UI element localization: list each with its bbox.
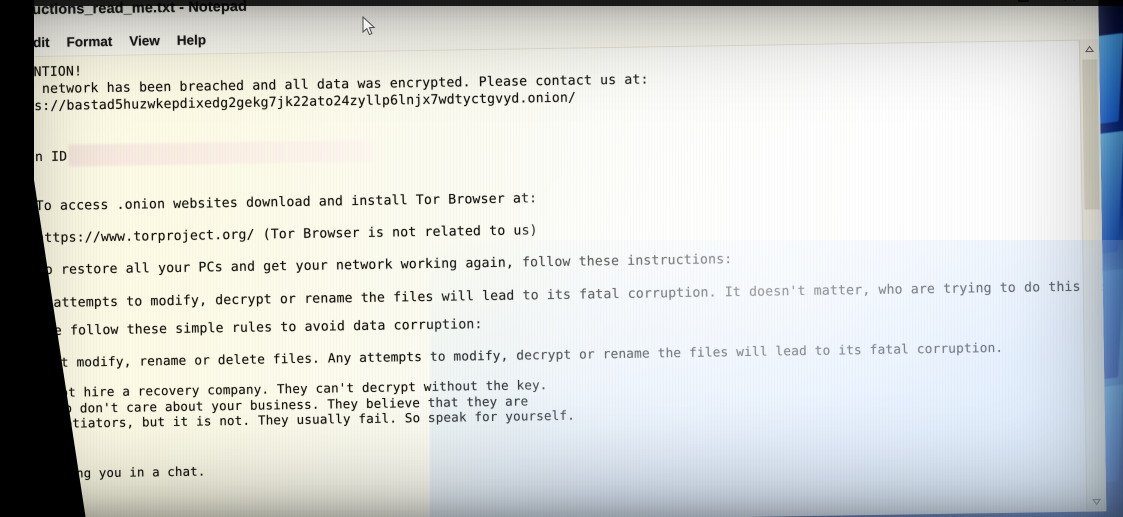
note-text-area[interactable]: ATTENTION! Your network has been breache…	[0, 40, 1107, 517]
photo-black-edge-top	[0, 0, 34, 200]
note-line: *!* To access .onion websites download a…	[3, 191, 538, 215]
scroll-up-arrow-icon[interactable]	[1080, 39, 1099, 57]
notepad-window[interactable]: instructions_read_me.txt - Notepad F	[0, 0, 1107, 517]
menu-item-view[interactable]: View	[129, 33, 160, 48]
note-line: https://www.torproject.org/ (Tor Browser…	[3, 223, 538, 247]
note-line: - Any attempts to modify, decrypt or ren…	[4, 278, 1107, 312]
menu-item-format[interactable]: Format	[66, 34, 112, 50]
screenshot-root: instructions_read_me.txt - Notepad F	[0, 0, 1123, 517]
note-line: *!* To restore all your PCs and get your…	[4, 252, 733, 279]
redacted-login-id	[68, 139, 374, 167]
photo-black-edge-bottom	[0, 477, 60, 517]
photo-black-edge-header	[0, 0, 1123, 6]
note-line: Please follow these simple rules to avoi…	[5, 317, 483, 340]
note-line: - Do not modify, rename or delete files.…	[5, 340, 1004, 372]
menu-item-help[interactable]: Help	[177, 32, 206, 47]
mouse-pointer	[362, 15, 378, 38]
notepad-window-wrapper: instructions_read_me.txt - Notepad F	[0, 0, 1123, 517]
scrollbar-thumb[interactable]	[1082, 59, 1100, 210]
scroll-down-arrow-icon[interactable]	[1087, 492, 1106, 510]
